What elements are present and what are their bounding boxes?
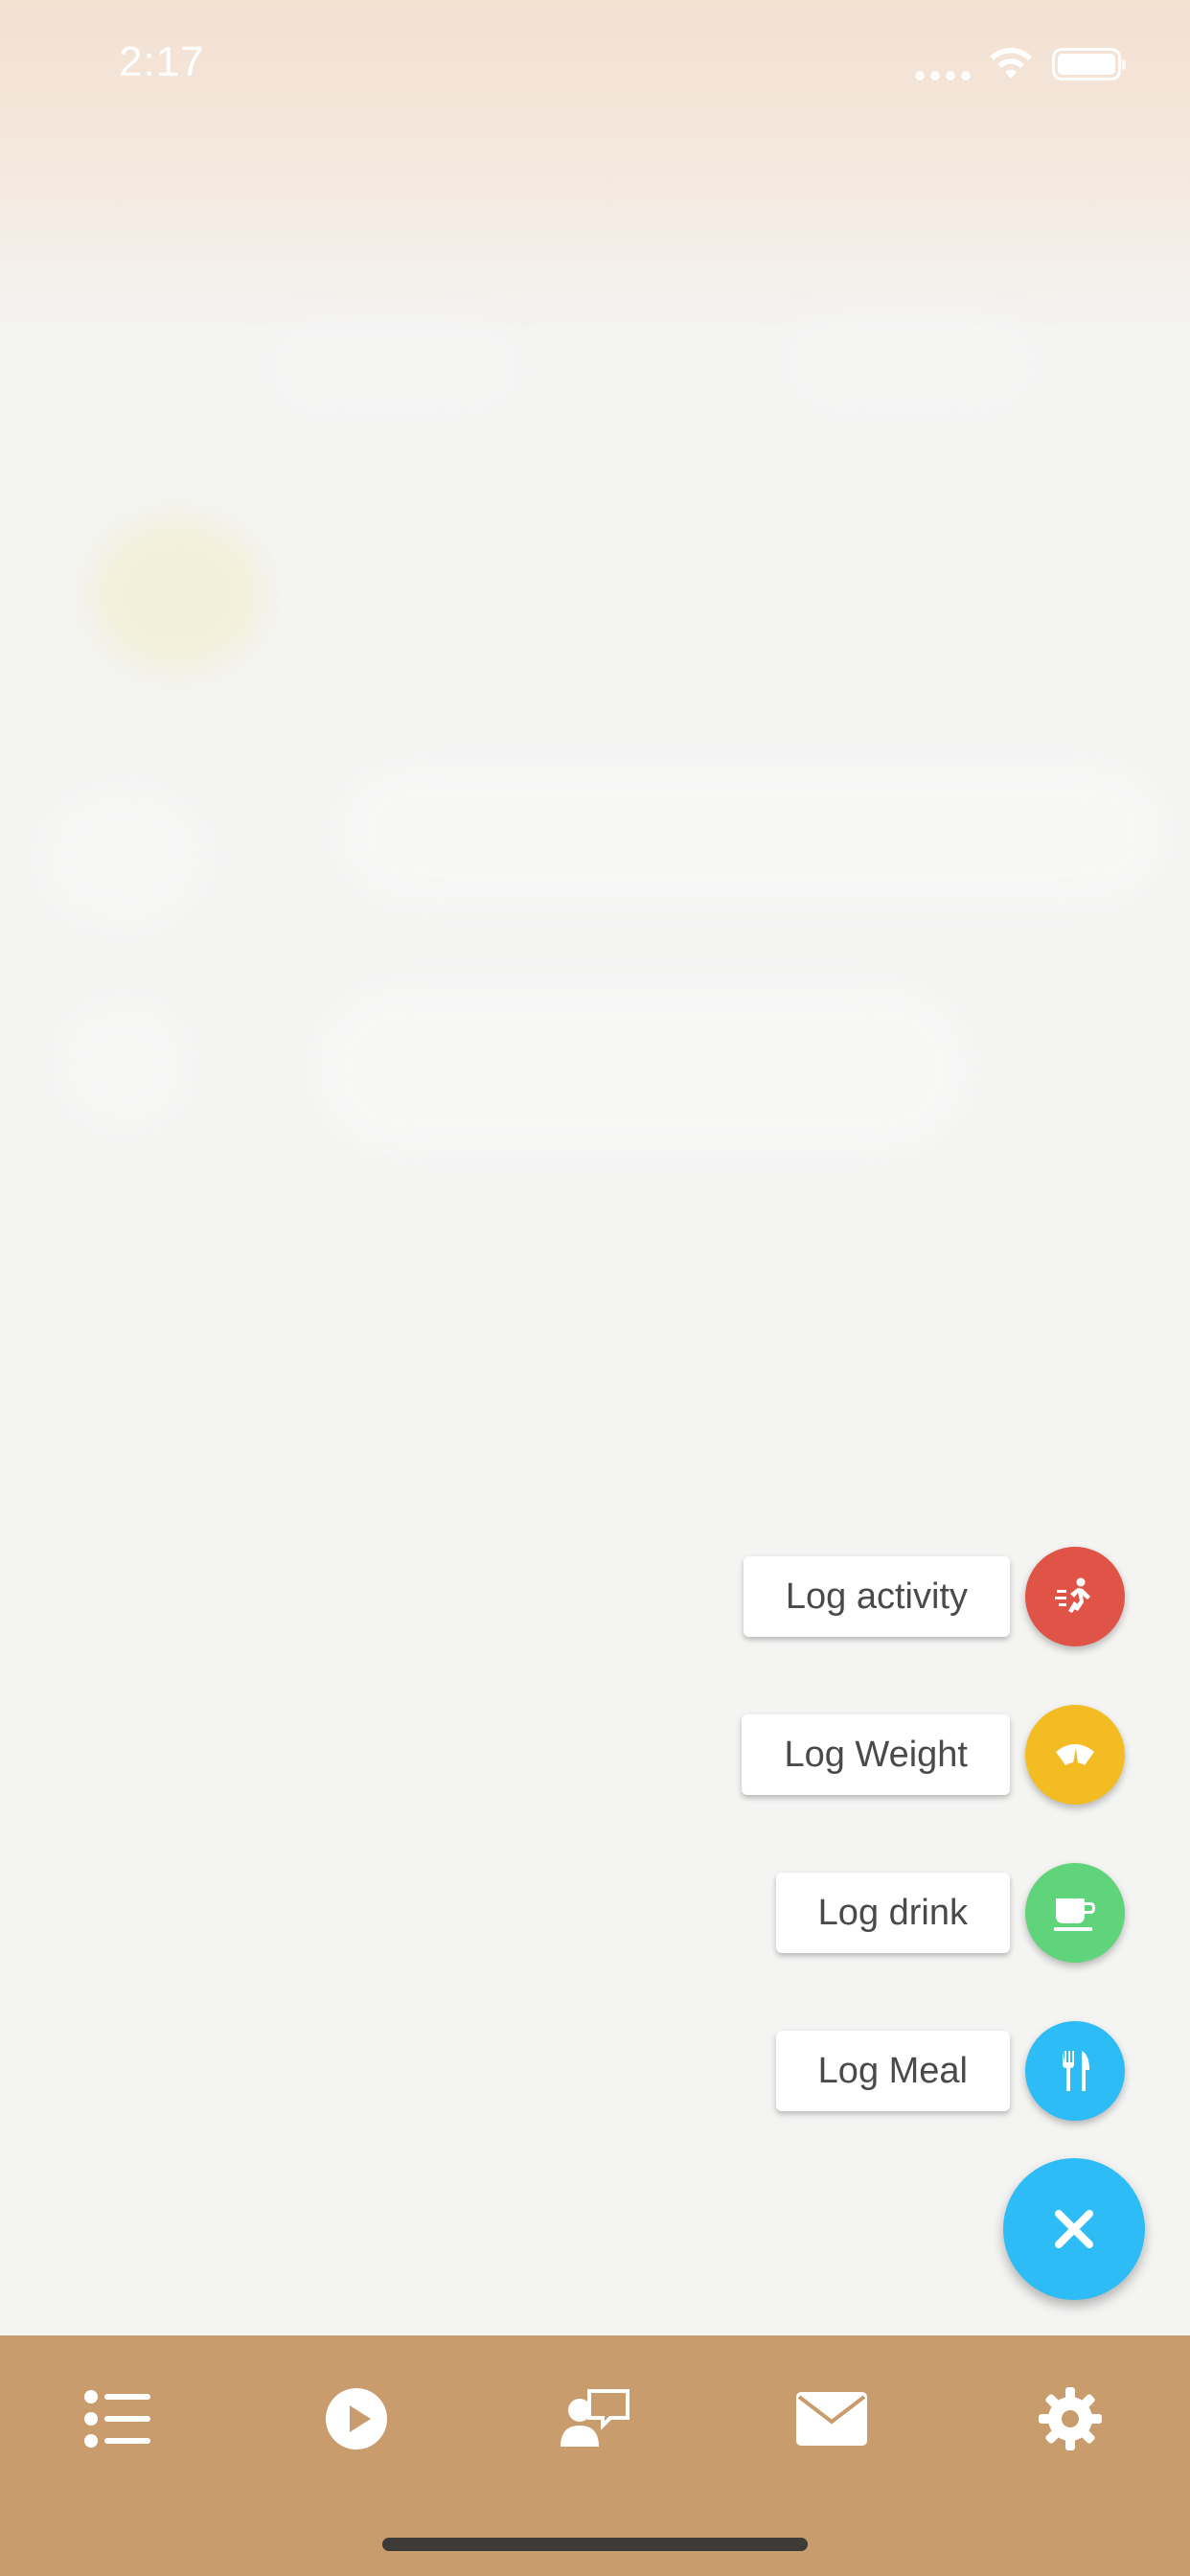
close-icon <box>1055 2210 1093 2248</box>
scale-icon[interactable] <box>1025 1705 1125 1805</box>
blurred-content <box>786 316 1035 412</box>
log-drink-action[interactable]: Log drink <box>775 1863 1125 1963</box>
running-icon[interactable] <box>1025 1547 1125 1646</box>
wifi-icon <box>990 47 1032 79</box>
home-indicator <box>382 2538 808 2551</box>
log-activity-action[interactable]: Log activity <box>743 1547 1125 1646</box>
log-meal-label[interactable]: Log Meal <box>775 2031 1010 2111</box>
mail-icon <box>796 2392 867 2446</box>
blurred-content <box>57 997 192 1131</box>
log-weight-label[interactable]: Log Weight <box>742 1714 1010 1795</box>
cellular-signal-icon <box>915 71 971 80</box>
gear-icon <box>1039 2387 1102 2450</box>
play-icon <box>326 2388 387 2450</box>
blurred-content <box>91 518 263 671</box>
log-drink-label[interactable]: Log drink <box>775 1873 1010 1953</box>
tab-settings[interactable] <box>1027 2376 1113 2462</box>
log-meal-action[interactable]: Log Meal <box>775 2021 1125 2121</box>
tab-play[interactable] <box>313 2376 400 2462</box>
blurred-content <box>340 767 1164 901</box>
blurred-content <box>316 987 968 1150</box>
utensils-icon[interactable] <box>1025 2021 1125 2121</box>
blurred-content <box>268 326 517 412</box>
tab-coach[interactable] <box>551 2376 637 2462</box>
coach-chat-icon <box>561 2389 629 2447</box>
tab-messages[interactable] <box>789 2376 875 2462</box>
cup-icon[interactable] <box>1025 1863 1125 1963</box>
log-activity-label[interactable]: Log activity <box>743 1556 1010 1637</box>
blurred-content <box>38 786 211 930</box>
log-weight-action[interactable]: Log Weight <box>742 1705 1125 1805</box>
close-fab-button[interactable] <box>1003 2158 1145 2300</box>
list-icon <box>84 2390 150 2448</box>
battery-icon <box>1052 48 1126 80</box>
tab-list[interactable] <box>75 2376 161 2462</box>
status-time: 2:17 <box>119 38 205 85</box>
